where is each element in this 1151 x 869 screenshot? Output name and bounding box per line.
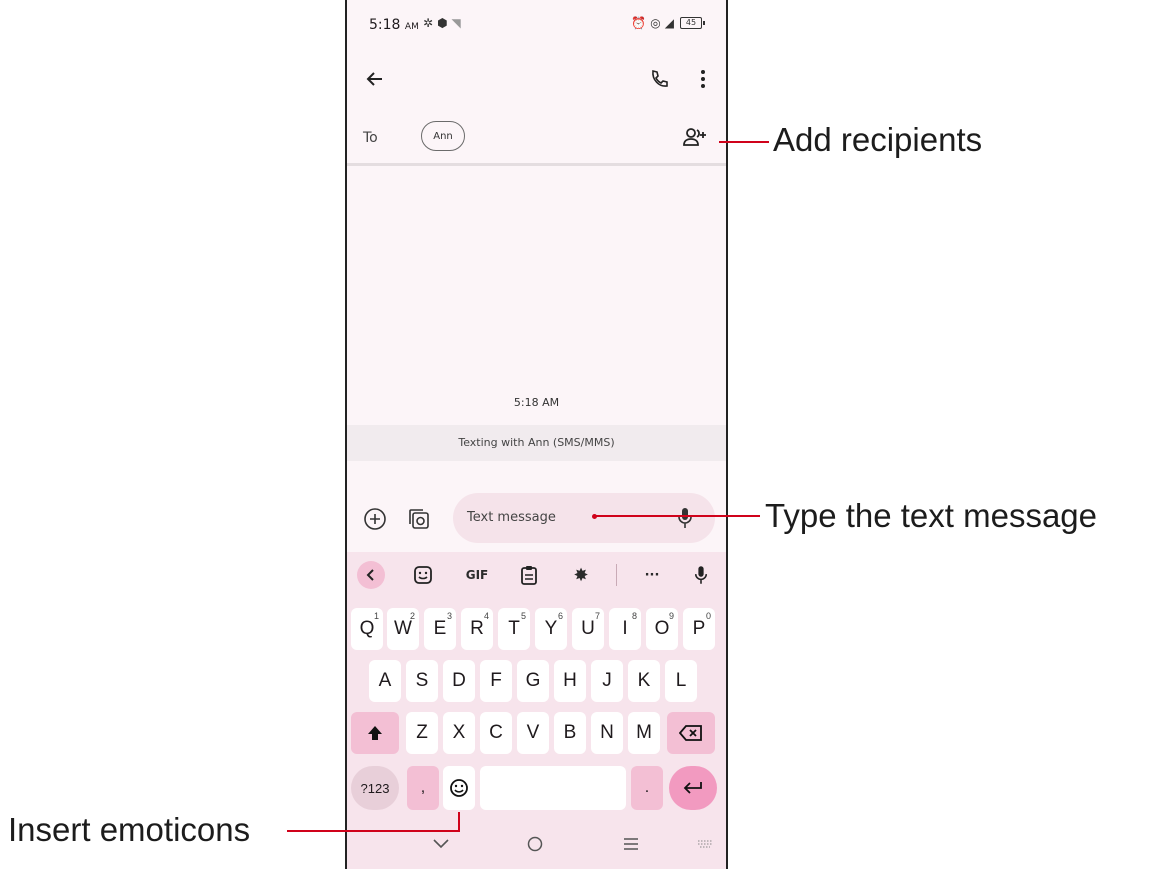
key-z[interactable]: Z [406, 712, 438, 754]
type-text-callout: Type the text message [765, 497, 1098, 534]
collapse-toolbar-icon[interactable] [357, 561, 385, 589]
key-u[interactable]: U7 [572, 608, 604, 650]
key-r[interactable]: R4 [461, 608, 493, 650]
battery-icon: 45 [680, 17, 705, 29]
keyboard-mic-icon[interactable] [689, 562, 713, 588]
navigation-bar [347, 820, 726, 869]
backspace-key[interactable] [667, 712, 715, 754]
key-w[interactable]: W2 [387, 608, 419, 650]
recipients-row: To Ann [347, 115, 726, 166]
key-t[interactable]: T5 [498, 608, 530, 650]
gear-icon: ✲ [423, 16, 438, 30]
key-n[interactable]: N [591, 712, 623, 754]
space-key[interactable] [480, 766, 626, 810]
message-timestamp: 5:18 AM [513, 396, 560, 409]
to-label: To [363, 130, 378, 146]
enter-icon [683, 782, 702, 794]
texting-with-banner: Texting with Ann (SMS/MMS) [347, 425, 726, 461]
recents-menu-icon[interactable] [617, 832, 645, 856]
status-left-icons: ✲⬢◥ [423, 16, 465, 30]
status-bar: 5:18 AM ✲⬢◥ ⏰ ◎ ◢ 45 [347, 0, 726, 50]
add-recipients-callout: Add recipients [773, 121, 983, 158]
enter-key[interactable] [669, 766, 717, 810]
emoji-key[interactable] [443, 766, 475, 810]
vibrate-icon: ◎ [650, 16, 665, 30]
key-f[interactable]: F [480, 660, 512, 702]
text-message-placeholder: Text message [467, 510, 556, 525]
key-l[interactable]: L [665, 660, 697, 702]
key-b[interactable]: B [554, 712, 586, 754]
phone-call-icon[interactable] [645, 65, 673, 93]
gif-button[interactable]: GIF [459, 562, 495, 588]
clipboard-icon[interactable] [515, 562, 543, 588]
add-attachment-icon[interactable] [361, 505, 389, 533]
alarm-icon: ⏰ [631, 16, 651, 30]
add-recipient-icon[interactable] [681, 125, 709, 149]
key-j[interactable]: J [591, 660, 623, 702]
voice-input-icon[interactable] [673, 505, 697, 531]
comma-key[interactable]: , [407, 766, 439, 810]
more-options-icon[interactable] [689, 65, 717, 93]
shift-icon [368, 726, 382, 740]
key-a[interactable]: A [369, 660, 401, 702]
gallery-camera-icon[interactable] [405, 505, 433, 533]
shift-key[interactable] [351, 712, 399, 754]
keyboard-switch-icon[interactable] [693, 834, 717, 854]
key-e[interactable]: E3 [424, 608, 456, 650]
keyboard-toolbar: GIF ✸ ··· [347, 552, 726, 598]
key-g[interactable]: G [517, 660, 549, 702]
key-v[interactable]: V [517, 712, 549, 754]
settings-gear-icon[interactable]: ✸ [567, 562, 595, 588]
add-recipients-leader-line [719, 141, 769, 143]
key-i[interactable]: I8 [609, 608, 641, 650]
key-x[interactable]: X [443, 712, 475, 754]
key-q[interactable]: Q1 [351, 608, 383, 650]
key-c[interactable]: C [480, 712, 512, 754]
key-k[interactable]: K [628, 660, 660, 702]
key-m[interactable]: M [628, 712, 660, 754]
recipient-chip[interactable]: Ann [421, 121, 465, 151]
toolbar-divider [616, 564, 617, 586]
more-toolbar-button[interactable]: ··· [637, 562, 667, 588]
symbols-key[interactable]: ?123 [351, 766, 399, 810]
compose-bar: Text message [347, 490, 726, 548]
hide-keyboard-icon[interactable] [427, 832, 455, 856]
key-d[interactable]: D [443, 660, 475, 702]
home-icon[interactable] [521, 832, 549, 856]
phone-screen: 5:18 AM ✲⬢◥ ⏰ ◎ ◢ 45 To Ann 5:18 AM Text… [345, 0, 728, 869]
shield-icon: ⬢ [437, 16, 452, 30]
sticker-icon[interactable] [409, 562, 437, 588]
key-o[interactable]: O9 [646, 608, 678, 650]
status-time: 5:18 AM [369, 17, 419, 33]
text-message-input[interactable]: Text message [453, 493, 715, 543]
insert-emoticons-leader-line [287, 830, 460, 832]
app-bar [347, 55, 726, 105]
keyboard: GIF ✸ ··· Q1 W2 E3 R4 T5 Y6 U7 I8 O9 P0 … [347, 552, 726, 820]
signal-icon: ◢ [664, 16, 678, 30]
status-right-icons: ⏰ ◎ ◢ 45 [631, 16, 705, 30]
key-p[interactable]: P0 [683, 608, 715, 650]
insert-emoticons-callout: Insert emoticons [8, 811, 251, 848]
backspace-icon [679, 725, 702, 741]
back-arrow-icon[interactable] [361, 65, 389, 93]
insert-emoticons-leader-vertical [458, 812, 460, 832]
key-s[interactable]: S [406, 660, 438, 702]
key-h[interactable]: H [554, 660, 586, 702]
emoji-icon [450, 779, 468, 797]
period-key[interactable]: . [631, 766, 663, 810]
wifi-icon: ◥ [451, 16, 465, 30]
key-y[interactable]: Y6 [535, 608, 567, 650]
type-text-leader-line [594, 515, 760, 517]
